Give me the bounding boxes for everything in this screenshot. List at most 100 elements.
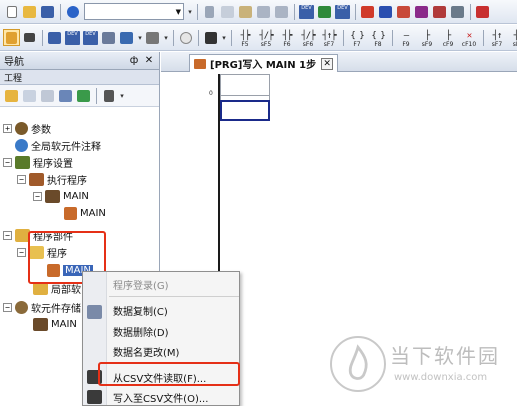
collapse-icon[interactable]: − — [17, 248, 26, 257]
ladder-symbol-button[interactable]: ┤↓sF8 — [508, 28, 517, 48]
device-search-icon[interactable]: DEV — [298, 3, 315, 20]
tree-item-parameters[interactable]: + 参数 — [3, 120, 51, 137]
view-icon[interactable] — [118, 29, 135, 46]
sort-icon[interactable] — [100, 87, 117, 104]
binoculars-icon[interactable] — [202, 29, 219, 46]
monitor-icon[interactable] — [413, 3, 430, 20]
pin-icon[interactable]: ф — [128, 55, 140, 66]
ladder-symbol-button[interactable]: ┤↑ sF7 — [487, 28, 507, 48]
ladder-cursor[interactable] — [220, 100, 270, 121]
new-file-icon[interactable] — [3, 3, 20, 20]
tree-item-global-comments[interactable]: 全局软元件注释 — [15, 137, 101, 154]
tab-main-program[interactable]: [PRG]写入 MAIN 1步 ✕ — [189, 54, 339, 72]
save-icon[interactable] — [39, 3, 56, 20]
simulation-icon[interactable] — [449, 3, 466, 20]
toolbar-overflow-icon[interactable]: ▾ — [186, 3, 194, 20]
tree-item-exec-program[interactable]: − 执行程序 — [17, 171, 87, 188]
project-header[interactable]: 工程 — [0, 70, 159, 85]
ladder-symbol-button[interactable]: ├ cF9 — [438, 28, 458, 48]
chevron-down-icon[interactable]: ▾ — [136, 29, 144, 46]
ladder-symbol-icon: ┤/┝ — [259, 30, 273, 41]
ladder-symbol-button[interactable]: ┤↑┝ sF7 — [319, 28, 339, 48]
menu-item-write-csv[interactable]: 写入至CSV文件(O)... — [107, 388, 239, 406]
properties-icon[interactable] — [21, 87, 38, 104]
window-icon[interactable] — [46, 29, 63, 46]
ladder-symbol-icon: { } — [350, 30, 364, 41]
device-memory-icon[interactable]: DEV — [82, 29, 99, 46]
open-folder-icon[interactable] — [21, 3, 38, 20]
ladder-symbol-button[interactable]: ┤┝ F6 — [277, 28, 297, 48]
watermark-logo-icon — [330, 336, 386, 392]
ladder-cell[interactable] — [220, 74, 270, 96]
ladder-symbol-icon: ┤/┝ — [301, 30, 315, 41]
expand-icon[interactable]: + — [3, 124, 12, 133]
monitor-stop-icon[interactable] — [431, 3, 448, 20]
copy-data-icon[interactable] — [39, 87, 56, 104]
diagnostics-icon[interactable] — [474, 3, 491, 20]
function-key-label: F6 — [283, 40, 291, 48]
ladder-symbol-icon: ✕ — [466, 30, 473, 41]
menu-item-delete-data[interactable]: 数据删除(D) — [107, 322, 239, 341]
help-icon[interactable] — [64, 3, 81, 20]
toolbar-separator — [42, 29, 43, 46]
tree-item-main-program[interactable]: MAIN — [64, 205, 106, 222]
write-to-plc-icon[interactable] — [359, 3, 376, 20]
step-number: 0 — [209, 90, 213, 97]
ladder-symbol-button[interactable]: ┤/┝ sF5 — [256, 28, 276, 48]
device-batch-icon[interactable]: DEV — [334, 3, 351, 20]
collapse-icon[interactable]: − — [3, 158, 12, 167]
read-from-plc-icon[interactable] — [377, 3, 394, 20]
ladder-symbol-button[interactable]: { } F8 — [368, 28, 388, 48]
device-filter-icon[interactable] — [144, 29, 161, 46]
device-list-icon[interactable] — [316, 3, 333, 20]
paste-icon[interactable] — [237, 3, 254, 20]
refresh-icon[interactable] — [75, 87, 92, 104]
menu-item-copy-data[interactable]: 数据复制(C) — [107, 301, 239, 320]
search-data-icon[interactable] — [57, 87, 74, 104]
collapse-icon[interactable]: − — [33, 192, 42, 201]
tree-item-main-memory[interactable]: MAIN — [33, 316, 77, 333]
collapse-icon[interactable]: − — [17, 175, 26, 184]
toolbar-separator — [470, 3, 471, 20]
menu-item-rename-data[interactable]: 数据名更改(M) — [107, 342, 239, 361]
function-key-label: cF10 — [461, 40, 477, 48]
ladder-symbol-button[interactable]: ┤┝ F5 — [235, 28, 255, 48]
close-icon[interactable]: ✕ — [143, 55, 155, 66]
help-circle-icon[interactable] — [177, 29, 194, 46]
collapse-icon[interactable]: − — [3, 231, 12, 240]
ladder-mode-icon[interactable] — [3, 29, 20, 46]
verify-icon[interactable] — [395, 3, 412, 20]
tree-item-device-memory[interactable]: − 软元件存储 — [3, 299, 81, 316]
ladder-symbol-icon: { } — [371, 30, 385, 41]
ladder-symbol-button[interactable]: ├ sF9 — [417, 28, 437, 48]
toolbar-combobox[interactable]: ▼ — [84, 3, 184, 20]
new-data-icon[interactable] — [3, 87, 20, 104]
chevron-down-icon[interactable]: ▾ — [118, 87, 126, 104]
tree-item-program-settings[interactable]: − 程序设置 — [3, 154, 73, 171]
ladder-symbol-icon: — — [403, 30, 410, 41]
statement-icon[interactable] — [100, 29, 117, 46]
chevron-down-icon: ▼ — [175, 7, 181, 16]
toolbar-separator — [483, 29, 484, 46]
copy-icon[interactable] — [219, 3, 236, 20]
globe-icon — [15, 139, 28, 152]
redo-icon[interactable] — [273, 3, 290, 20]
menu-item-program-register[interactable]: 程序登录(G) — [107, 275, 239, 294]
ladder-symbol-button[interactable]: ┤/┝ sF6 — [298, 28, 318, 48]
tree-item-main-scan[interactable]: − MAIN — [33, 188, 89, 205]
toolbar-separator — [197, 3, 198, 20]
cut-icon[interactable] — [201, 3, 218, 20]
collapse-icon[interactable]: − — [3, 303, 12, 312]
ladder-symbol-button[interactable]: ✕ cF10 — [459, 28, 479, 48]
close-icon[interactable]: ✕ — [321, 57, 334, 70]
chevron-down-icon[interactable]: ▾ — [220, 29, 228, 46]
navigation-toolbar: ▾ — [0, 85, 159, 107]
main-toolbar: ▼ ▾ DEV DEV — [0, 0, 517, 24]
chip-icon[interactable] — [21, 29, 38, 46]
ladder-symbol-button[interactable]: { } F7 — [347, 28, 367, 48]
undo-icon[interactable] — [255, 3, 272, 20]
chevron-down-icon[interactable]: ▾ — [162, 29, 170, 46]
device-comment-icon[interactable]: DEV — [64, 29, 81, 46]
ladder-symbol-icon: ├ — [424, 30, 431, 41]
ladder-symbol-button[interactable]: — F9 — [396, 28, 416, 48]
